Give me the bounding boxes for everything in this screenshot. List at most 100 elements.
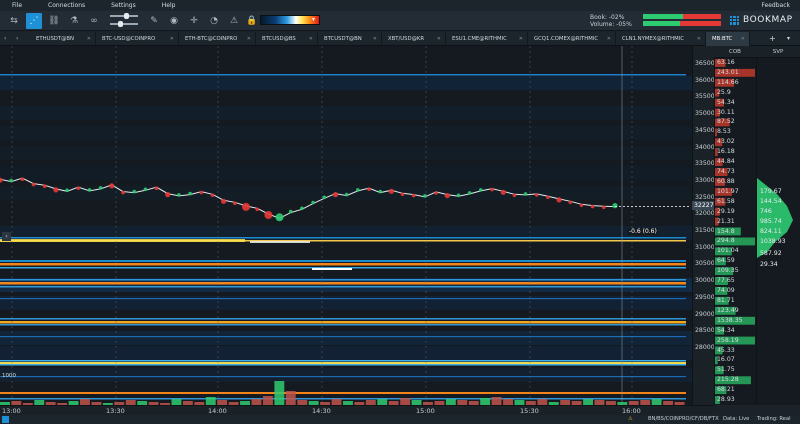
close-tab-icon[interactable]: ✕ [309,36,313,42]
cob-value: 30.11 [717,108,735,116]
close-tab-icon[interactable]: ✕ [519,36,523,42]
lock-icon[interactable]: 🔒 [244,13,260,29]
trade-bubble [479,188,483,192]
close-tab-icon[interactable]: ✕ [170,36,174,42]
instrument-tab[interactable]: CLN1.NYMEX@RITHMIC ✕ [616,32,706,46]
price-axis[interactable]: 36500 36000 35500 35000 34500 34000 33500 33000… [692,46,715,405]
menu-file[interactable]: File [12,2,22,9]
close-tab-icon[interactable]: ✕ [697,36,701,42]
trade-bubble [53,187,59,193]
trade-bubble [87,188,92,192]
share-connections-icon[interactable]: ⋰ [26,13,42,29]
tabs-scroll-right-icon[interactable]: › [16,35,18,42]
order-book-icon[interactable]: ⚗ [66,13,82,29]
trade-bubble [300,206,304,211]
svp-value: 985.74 [760,218,782,225]
cob-value: 294.8 [717,237,735,245]
order-book-level [0,318,686,320]
pen-icon[interactable]: ✎ [146,13,162,29]
cob-value: 64.59 [717,257,735,265]
order-book-level [0,286,686,288]
feedback-link[interactable]: Feedback [761,2,790,9]
stopwatch-icon[interactable]: ◔ [206,13,222,29]
cob-value: 28.93 [717,396,735,404]
price-tick-label: 29000 [695,310,715,318]
instrument-tab[interactable]: ETH-BTC@COINPRO ✕ [179,32,256,46]
menu-settings[interactable]: Settings [111,2,136,9]
cob-value: 101.04 [717,247,739,255]
close-tab-icon[interactable]: ✕ [247,36,251,42]
close-tab-icon[interactable]: ✕ [437,36,441,42]
svp-header[interactable]: SVP [756,46,800,58]
trade-bubble [275,213,284,222]
volume-bar [491,397,502,405]
trade-bubble [143,187,148,192]
time-axis[interactable]: 13:00 13:30 14:00 14:30 15:00 15:30 16:00 [0,405,714,415]
cob-value: 258.19 [717,336,739,344]
instrument-tab[interactable]: XBT/USD@KR ✕ [382,32,446,46]
order-book-level [0,324,686,326]
chain-link-icon[interactable]: ∞ [86,13,102,29]
contrast-slider[interactable] [110,21,138,27]
menu-bar: File Connections Settings Help Feedback [0,0,800,11]
crosshair-icon[interactable]: ✛ [186,13,202,29]
target-icon[interactable]: ◉ [166,13,182,29]
tab-layout-icon[interactable]: ⇆ [6,13,22,29]
heatmap-chart[interactable]: 1000 -0.6 (0.6) ‹ [0,46,692,405]
instrument-tab[interactable]: MB:BTC ✕ [706,32,750,46]
tabs-scroll-left-icon[interactable]: ‹ [4,35,6,42]
trade-bubble [121,190,125,195]
trade-bubble [76,186,81,190]
link-icon[interactable]: ⛓ [46,13,62,29]
feeds-status: BN/BS/COINPRO/CF/DB/FTX [648,416,719,422]
book-imbalance-value: -02% [608,14,625,21]
zoom-slider[interactable] [110,13,138,19]
cob-value: 114.66 [717,78,739,86]
order-book-level [0,74,686,76]
cob-value: 16.07 [717,356,735,364]
cob-value: 215.28 [717,376,739,384]
collapse-left-icon[interactable]: ‹ [2,232,11,241]
trade-bubble [490,187,494,192]
trade-bubble [255,207,259,212]
order-book-level [0,336,686,338]
trade-bubble [602,205,606,210]
current-price-label: 32227 [692,201,714,210]
status-bar: ⚠ BN/BS/COINPRO/CF/DB/FTX Data: Live Tra… [0,415,800,424]
heatmap-color-scale[interactable] [260,15,320,25]
close-tab-icon[interactable]: ✕ [607,36,611,42]
cob-value: 8.53 [717,128,731,136]
svp-column: 179.67 144.54 746 985.74 824.11 1038.93 587.92… [756,58,800,405]
volume-imbalance-label: Volume: -05% [590,21,632,28]
instrument-tab[interactable]: BTCUSD@BS ✕ [256,32,318,46]
instrument-tab[interactable]: BTC-USD@COINPRO ✕ [96,32,179,46]
menu-help[interactable]: Help [162,2,176,9]
alert-icon[interactable]: ⚠ [226,13,242,29]
instrument-tab[interactable]: GCQ1.COMEX@RITHMIC ✕ [528,32,616,46]
trade-bubble [400,192,405,197]
close-tab-icon[interactable]: ✕ [87,36,91,42]
order-book-level [0,392,686,394]
menu-connections[interactable]: Connections [48,2,85,9]
cob-header[interactable]: COB [714,46,756,58]
tab-label: GCQ1.COMEX@RITHMIC [534,36,599,42]
instrument-tab[interactable]: ESU1.CME@RITHMIC ✕ [446,32,528,46]
trade-bubble [500,189,506,195]
trade-bubble [154,186,159,190]
instrument-tabs: ‹ › ETHUSDT@BN ✕ BTC-USD@COINPRO ✕ ETH-BTC@C… [0,32,800,46]
instrument-tab[interactable]: ETHUSDT@BN ✕ [30,32,96,46]
close-tab-icon[interactable]: ✕ [373,36,377,42]
large-order-wall [312,268,352,270]
close-tab-icon[interactable]: ✕ [741,36,745,42]
warning-icon[interactable]: ⚠ [628,416,633,422]
liquidity-band [0,166,692,180]
cob-value: 123.49 [717,306,739,314]
chevron-down-icon[interactable]: ▾ [312,16,315,23]
add-tab-icon[interactable]: + [769,34,776,43]
tabs-menu-chevron-icon[interactable]: ▾ [787,35,790,42]
cob-value: 101.97 [717,187,739,195]
instrument-tab[interactable]: BTCUSDT@BN ✕ [318,32,382,46]
cob-value: 109.35 [717,267,739,275]
trade-bubble [332,192,339,198]
price-tick-label: 31000 [695,243,715,251]
